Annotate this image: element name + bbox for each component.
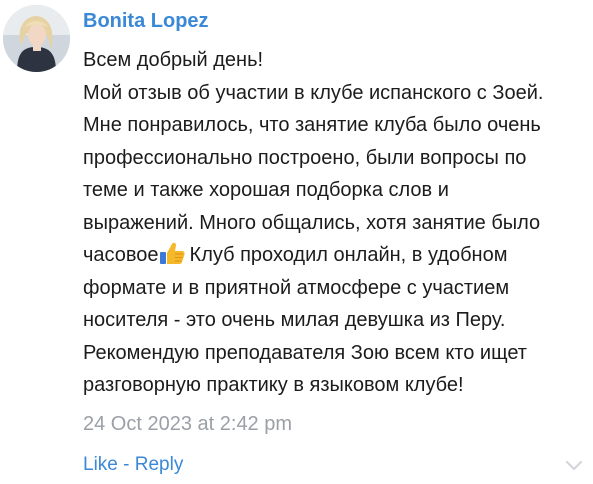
- comment-line: разговорную практику в языковом клубе!: [83, 374, 464, 396]
- comment-actions: Like - Reply: [83, 454, 183, 476]
- comment-line: носителя - это очень милая девушка из Пе…: [83, 309, 506, 331]
- comment-line: часовое Клуб проходил онлайн, в удобном: [83, 239, 588, 272]
- chevron-down-icon[interactable]: [565, 459, 583, 473]
- comment-line: Мне понравилось, что занятие клуба было …: [83, 114, 541, 136]
- comment-line: теме и также хорошая подборка слов и: [83, 179, 449, 201]
- like-button[interactable]: Like: [83, 454, 118, 475]
- comment-line: Рекомендую преподавателя Зою всем кто ищ…: [83, 341, 527, 364]
- comment-line: Всем добрый день!: [83, 49, 264, 71]
- avatar-photo: [3, 5, 70, 72]
- comment-line: профессионально построено, были вопросы …: [83, 146, 527, 169]
- comment-line: Мой отзыв об участии в клубе испанского …: [83, 81, 544, 104]
- author-name[interactable]: Bonita Lopez: [83, 10, 209, 33]
- thumbs-up-icon: [159, 242, 185, 264]
- comment-line: формате и в приятной атмосфере с участие…: [83, 276, 510, 299]
- action-separator: -: [117, 454, 135, 475]
- comment-timestamp[interactable]: 24 Oct 2023 at 2:42 pm: [83, 413, 292, 436]
- comment-text: Всем добрый день! Мой отзыв об участии в…: [83, 44, 588, 402]
- comment-text-segment: Клуб проходил онлайн, в удобном: [189, 244, 508, 266]
- comment-line: выражений. Много общались, хотя занятие …: [83, 211, 541, 234]
- avatar[interactable]: [3, 5, 70, 72]
- comment-text-segment: часовое: [83, 244, 159, 266]
- reply-button[interactable]: Reply: [135, 454, 184, 475]
